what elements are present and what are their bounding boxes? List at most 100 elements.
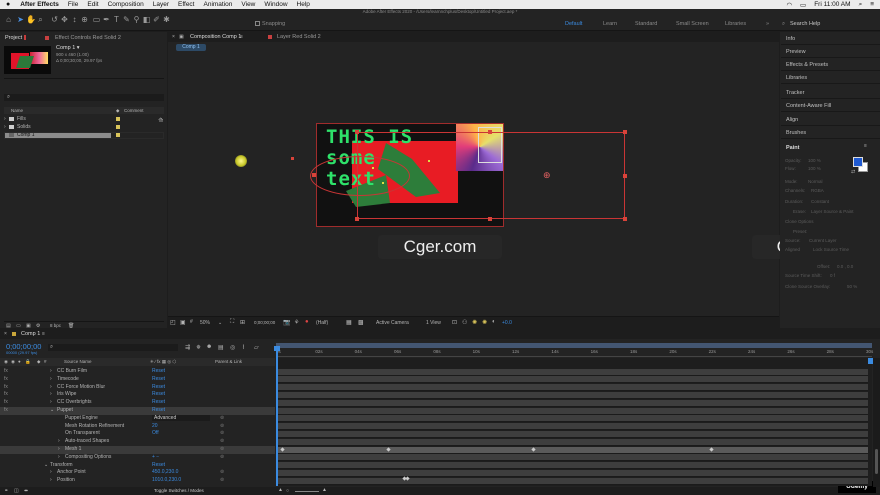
expand-arrow-icon[interactable]: ›: [50, 368, 52, 374]
zoom-slider[interactable]: [295, 491, 319, 492]
opacity-value[interactable]: 100 %: [808, 158, 821, 163]
col-comment[interactable]: Comment: [124, 108, 144, 113]
toggle-pixel-icon[interactable]: ⊡: [452, 319, 457, 326]
track-bar[interactable]: [278, 384, 868, 392]
fast-previews-icon[interactable]: ▦: [346, 319, 352, 326]
pick-whip-icon[interactable]: ⊚: [220, 423, 224, 429]
list-item[interactable]: › Fills: [4, 116, 164, 123]
snapping-checkbox[interactable]: [255, 21, 260, 26]
type-tool-icon[interactable]: T: [112, 15, 121, 24]
fit-icon[interactable]: ⛶: [230, 319, 234, 326]
layer-row[interactable]: fx ⌄ Puppet Reset: [0, 407, 275, 415]
aligned-checkbox[interactable]: Aligned: [785, 247, 800, 252]
workspace-default[interactable]: Default: [565, 21, 582, 27]
flow-value[interactable]: 100 %: [808, 166, 821, 171]
exposure-value[interactable]: +0.0: [502, 320, 512, 326]
transform-handle[interactable]: [312, 173, 316, 177]
pick-whip-icon[interactable]: ⊚: [220, 446, 224, 452]
layer-row[interactable]: fx › CC Overbrights Reset: [0, 399, 275, 407]
lock-switch-icon[interactable]: 🔒: [25, 359, 31, 365]
marker-icon[interactable]: ▱: [254, 344, 259, 351]
panel-align[interactable]: Align: [781, 113, 880, 126]
col-source-name[interactable]: Source Name: [64, 359, 92, 364]
track-bar[interactable]: [278, 376, 868, 384]
fx-toggle-icon[interactable]: fx: [4, 384, 8, 390]
expand-arrow-icon[interactable]: ›: [50, 391, 52, 397]
menu-layer[interactable]: Layer: [153, 1, 169, 8]
expand-arrow-icon[interactable]: ›: [58, 454, 60, 460]
reset-exposure-icon[interactable]: ⚇: [462, 319, 467, 326]
pick-whip-icon[interactable]: ⊚: [220, 438, 224, 444]
erase-dropdown[interactable]: Layer Source & Paint: [811, 209, 854, 214]
panel-brushes[interactable]: Brushes: [781, 126, 880, 139]
track-bar[interactable]: [278, 399, 868, 407]
lock-icon[interactable]: ▣: [179, 34, 184, 40]
camera-dropdown[interactable]: Active Camera: [376, 320, 409, 326]
fx-toggle-icon[interactable]: fx: [4, 391, 8, 397]
bpc-label[interactable]: 8 bpc: [50, 323, 61, 328]
tab-comp-1[interactable]: Comp 1: [21, 331, 40, 337]
pan-behind-tool-icon[interactable]: ⊕: [80, 15, 89, 24]
property-value[interactable]: Reset: [152, 368, 165, 374]
transparency-grid-icon[interactable]: ▩: [358, 319, 364, 326]
layer-row[interactable]: › Position 1010.0,230.0 ⊚: [0, 477, 275, 485]
timeline-scroll-thumb[interactable]: [875, 449, 878, 474]
chevron-down-icon[interactable]: ⌄: [218, 320, 222, 326]
zoom-out-icon[interactable]: ▲: [278, 487, 283, 493]
menu-file[interactable]: File: [68, 1, 78, 8]
layer-switches-icon[interactable]: ⚭: [4, 488, 8, 494]
track-bar[interactable]: [278, 407, 868, 415]
col-parent-link[interactable]: Parent & Link: [215, 359, 242, 364]
tab-composition[interactable]: Composition Comp 1: [190, 34, 241, 40]
grid-icon[interactable]: #: [190, 319, 193, 325]
in-out-icon[interactable]: ⬌: [24, 488, 28, 494]
region-of-interest-icon[interactable]: ▣: [180, 319, 186, 326]
fx-toggle-icon[interactable]: fx: [4, 376, 8, 382]
layer-row[interactable]: › Mesh 1 ⊚: [0, 446, 275, 454]
pan-tool-icon[interactable]: ✥: [60, 15, 69, 24]
expand-arrow-icon[interactable]: ⌄: [50, 407, 54, 413]
panel-effects-presets[interactable]: Effects & Presets: [781, 58, 880, 71]
clone-overlay-value[interactable]: 50 %: [847, 284, 857, 289]
tab-project[interactable]: Project: [5, 35, 22, 41]
home-icon[interactable]: ⌂: [4, 15, 13, 24]
menu-help[interactable]: Help: [297, 1, 310, 8]
channels-dropdown[interactable]: RGBA: [811, 188, 824, 193]
track-bar[interactable]: [278, 446, 868, 454]
menu-icon[interactable]: ≡: [864, 143, 867, 149]
transform-handle[interactable]: [488, 130, 492, 134]
offset-value[interactable]: 0.0 , 0.0: [837, 264, 853, 269]
menu-animation[interactable]: Animation: [204, 1, 233, 8]
tab-layer[interactable]: Layer Red Solid 2: [277, 34, 321, 40]
expand-arrow-icon[interactable]: ›: [58, 446, 60, 452]
workspace-small-screen[interactable]: Small Screen: [676, 21, 709, 27]
menu-list-icon[interactable]: ≡: [870, 1, 874, 8]
pick-whip-icon[interactable]: ⊚: [220, 454, 224, 460]
track-bar[interactable]: [278, 469, 868, 477]
panel-content-aware-fill[interactable]: Content-Aware Fill: [781, 99, 880, 112]
spotlight-icon[interactable]: ⌕: [859, 1, 863, 9]
layer-row[interactable]: fx › CC Burn Film Reset: [0, 368, 275, 376]
layer-row[interactable]: › Compositing Options + − ⊚: [0, 454, 275, 462]
track-bar[interactable]: [278, 430, 868, 438]
always-preview-icon[interactable]: ◰: [170, 319, 176, 326]
pick-whip-icon[interactable]: ⊚: [220, 415, 224, 421]
zoom-slider-handle-icon[interactable]: ○: [286, 488, 289, 494]
expand-arrow-icon[interactable]: ›: [4, 116, 6, 122]
layer-row[interactable]: Mesh Rotation Refinement 20 ⊚: [0, 423, 275, 431]
frame-blending-icon[interactable]: ▤: [218, 344, 224, 351]
transform-handle[interactable]: [623, 217, 627, 221]
shy-icon[interactable]: ☻: [206, 344, 212, 350]
track-bar[interactable]: [278, 454, 868, 462]
solo-switch-icon[interactable]: ●: [18, 359, 21, 364]
layer-row[interactable]: fx › Timecode Reset: [0, 376, 275, 384]
adjust-exposure-icon[interactable]: ◐: [492, 319, 496, 325]
layer-row[interactable]: Puppet Engine Advanced ⊚: [0, 414, 275, 423]
pen-tool-icon[interactable]: ✒: [102, 15, 111, 24]
orbit-tool-icon[interactable]: ↺: [50, 15, 59, 24]
property-value[interactable]: Off: [152, 430, 159, 436]
draft-3d-icon[interactable]: ✵: [196, 344, 201, 351]
toggle-switches-modes-button[interactable]: Toggle Switches / Modes: [154, 488, 204, 493]
transform-handle[interactable]: [623, 130, 627, 134]
duration-dropdown[interactable]: Constant: [811, 199, 829, 204]
